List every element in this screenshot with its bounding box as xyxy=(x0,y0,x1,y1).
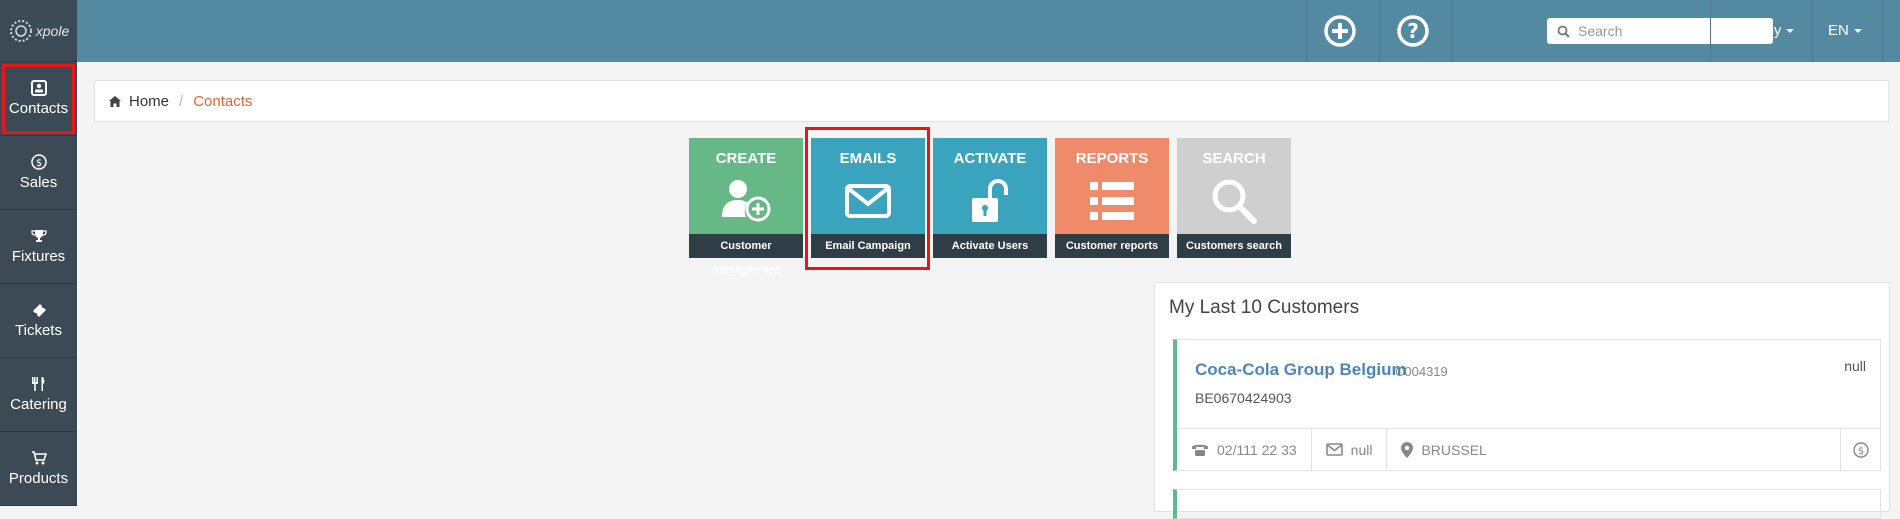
sidebar-item-label: Tickets xyxy=(15,322,62,339)
contacts-icon xyxy=(30,80,47,96)
breadcrumb-home[interactable]: Home xyxy=(109,93,169,110)
help-button[interactable]: ? xyxy=(1395,13,1431,49)
phone-icon xyxy=(1192,444,1208,456)
customer-email[interactable]: null xyxy=(1312,428,1388,471)
tile-title: ACTIVATE xyxy=(953,150,1027,167)
customer-status: null xyxy=(1844,358,1866,374)
sidebar-item-contacts[interactable]: Contacts xyxy=(0,62,77,136)
topbar-divider xyxy=(1306,0,1307,62)
tile-caption: Activate Users xyxy=(933,234,1047,258)
home-icon xyxy=(109,95,121,107)
tile-caption: Customer management xyxy=(689,234,803,276)
tile-reports[interactable]: REPORTS Customer reports xyxy=(1055,138,1169,258)
customer-code: C004319 xyxy=(1395,364,1448,379)
sidebar-item-products[interactable]: Products xyxy=(0,432,77,506)
cutlery-icon xyxy=(31,377,44,391)
help-circle-icon: ? xyxy=(1397,15,1429,47)
add-button[interactable] xyxy=(1322,13,1358,49)
cart-icon xyxy=(31,451,47,465)
search-input[interactable] xyxy=(1578,23,1758,39)
customer-name-link[interactable]: Coca-Cola Group Belgium xyxy=(1195,360,1407,380)
tile-title: CREATE xyxy=(715,150,777,167)
tile-caption: Customers search xyxy=(1177,234,1291,258)
chevron-down-icon xyxy=(1786,29,1795,34)
customer-card: Coca-Cola Group Belgium C004319 BE067042… xyxy=(1173,339,1881,471)
customer-vat: BE0670424903 xyxy=(1195,390,1292,406)
svg-text:?: ? xyxy=(1407,19,1419,43)
sidebar-item-label: Catering xyxy=(10,396,67,413)
chevron-down-icon xyxy=(1853,29,1862,34)
panel-title: My Last 10 Customers xyxy=(1169,297,1360,318)
customer-email-value: null xyxy=(1350,441,1373,458)
sidebar-item-label: Products xyxy=(8,470,69,487)
trophy-icon xyxy=(30,230,47,242)
tile-create[interactable]: CREATE Customer management xyxy=(689,138,803,276)
magnifier-icon xyxy=(1177,176,1291,226)
sidebar-item-label: Fixtures xyxy=(11,248,66,265)
plus-circle-icon xyxy=(1324,15,1356,47)
sidebar: xpole Contacts $ Sales Fixtures Tickets … xyxy=(0,0,77,506)
topbar-divider xyxy=(1710,0,1711,62)
unlock-icon xyxy=(933,176,1047,226)
customer-phone-value: 02/111 22 33 xyxy=(1217,441,1297,458)
customer-city-value: BRUSSEL xyxy=(1421,441,1487,458)
topbar: ? Robby EN xyxy=(77,0,1900,62)
tile-caption: Customer reports xyxy=(1055,234,1169,258)
topbar-divider xyxy=(1882,0,1883,62)
customer-card xyxy=(1173,489,1881,519)
tile-title: SEARCH xyxy=(1202,150,1266,167)
breadcrumb: Home / Contacts xyxy=(94,80,1889,122)
customer-sales-button[interactable]: $ xyxy=(1840,428,1881,471)
sidebar-item-tickets[interactable]: Tickets xyxy=(0,284,77,358)
tile-search[interactable]: SEARCH Customers search xyxy=(1177,138,1291,258)
sidebar-item-label: Contacts xyxy=(8,100,69,117)
topbar-divider xyxy=(1379,0,1380,62)
topbar-divider xyxy=(1452,0,1453,62)
last-customers-panel: My Last 10 Customers Coca-Cola Group Bel… xyxy=(1154,282,1890,519)
sidebar-item-fixtures[interactable]: Fixtures xyxy=(0,210,77,284)
tile-activate[interactable]: ACTIVATE Activate Users xyxy=(933,138,1047,258)
xpole-logo-mark: xpole xyxy=(8,18,69,44)
search-icon xyxy=(1557,25,1570,38)
user-name: Robby xyxy=(1738,22,1782,39)
breadcrumb-current: Contacts xyxy=(193,92,253,110)
add-user-icon xyxy=(689,176,803,226)
ticket-icon xyxy=(32,304,46,317)
emails-tile-highlight xyxy=(805,127,930,270)
sidebar-item-sales[interactable]: $ Sales xyxy=(0,136,77,210)
customer-phone[interactable]: 02/111 22 33 xyxy=(1177,428,1312,471)
dollar-icon: $ xyxy=(30,154,47,170)
envelope-icon xyxy=(1325,443,1343,456)
list-icon xyxy=(1055,176,1169,226)
customer-city: BRUSSEL xyxy=(1387,429,1500,471)
dollar-icon: $ xyxy=(1853,441,1869,458)
logo-text: xpole xyxy=(35,22,70,39)
svg-text:$: $ xyxy=(1858,446,1864,457)
user-menu[interactable]: Robby xyxy=(1738,22,1795,39)
customer-card-footer: 02/111 22 33 null BRUSSEL $ xyxy=(1177,428,1881,471)
map-marker-icon xyxy=(1401,441,1414,458)
breadcrumb-separator: / xyxy=(179,92,184,110)
breadcrumb-home-label: Home xyxy=(129,92,170,110)
language-label: EN xyxy=(1828,22,1849,39)
svg-text:$: $ xyxy=(35,158,41,169)
sidebar-item-catering[interactable]: Catering xyxy=(0,358,77,432)
topbar-divider xyxy=(1812,0,1813,62)
tile-title: REPORTS xyxy=(1075,150,1149,167)
language-menu[interactable]: EN xyxy=(1828,22,1862,39)
logo-wheel-icon xyxy=(9,19,32,42)
app-logo[interactable]: xpole xyxy=(0,0,77,62)
sidebar-item-label: Sales xyxy=(19,174,58,191)
